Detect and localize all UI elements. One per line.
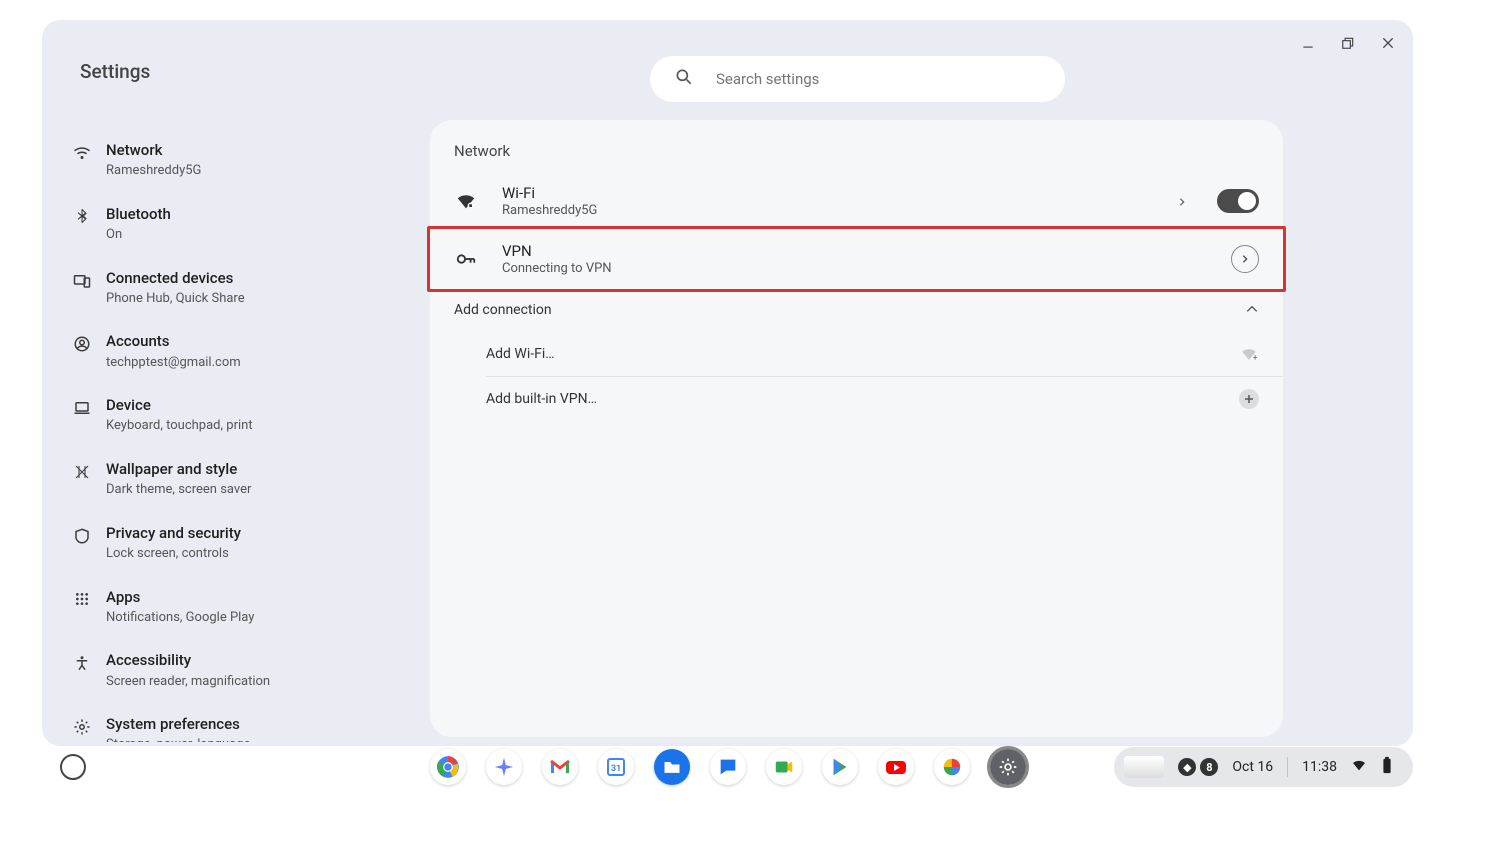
minimize-button[interactable] [1297,32,1319,54]
sidebar-item-privacy[interactable]: Privacy and security Lock screen, control… [66,511,426,575]
vpn-row[interactable]: VPN Connecting to VPN [430,230,1283,288]
sidebar-item-label: Bluetooth [106,204,171,224]
gmail-icon[interactable] [542,749,578,785]
svg-text:31: 31 [610,764,620,774]
sidebar-item-desc: Notifications, Google Play [106,609,254,627]
sidebar-item-label: Connected devices [106,268,245,288]
sidebar-item-desc: Lock screen, controls [106,545,241,563]
sidebar-item-label: Network [106,140,201,160]
sidebar-item-apps[interactable]: Apps Notifications, Google Play [66,575,426,639]
tray-wifi-icon [1351,757,1367,777]
maximize-button[interactable] [1337,32,1359,54]
sidebar-item-desc: On [106,226,171,244]
wifi-icon [454,190,478,212]
tray-time: 11:38 [1302,759,1337,775]
chrome-icon[interactable] [430,749,466,785]
vpn-details-button[interactable] [1231,245,1259,273]
files-icon[interactable] [654,749,690,785]
sidebar-item-wallpaper[interactable]: Wallpaper and style Dark theme, screen sa… [66,447,426,511]
sidebar-item-label: System preferences [106,714,250,734]
palette-icon [72,463,92,481]
calendar-icon[interactable]: 31 [598,749,634,785]
youtube-icon[interactable] [878,749,914,785]
messages-icon[interactable] [710,749,746,785]
sidebar-item-accounts[interactable]: Accounts techpptest@gmail.com [66,319,426,383]
sidebar-item-label: Apps [106,587,254,607]
system-tray[interactable]: ◆ 8 Oct 16 11:38 [1114,747,1413,787]
sidebar-item-desc: Rameshreddy5G [106,162,201,180]
page-title: Settings [80,60,150,83]
add-wifi-row[interactable]: Add Wi-Fi… + [430,332,1283,376]
settings-window: Settings Network Rameshreddy5G Bluetooth O… [42,20,1413,746]
notification-count: 8 [1200,758,1218,776]
shield-icon [72,527,92,545]
sidebar-item-desc: Dark theme, screen saver [106,481,251,499]
search-icon [674,67,694,91]
sidebar-item-connected-devices[interactable]: Connected devices Phone Hub, Quick Share [66,256,426,320]
wifi-icon [72,144,92,162]
sidebar: Network Rameshreddy5G Bluetooth On Connect… [66,128,426,742]
vpn-key-icon [454,248,478,270]
add-connection-label: Add connection [454,302,1245,318]
tray-divider [1287,757,1288,777]
sidebar-item-desc: techpptest@gmail.com [106,354,241,372]
vpn-desc: Connecting to VPN [502,261,1231,276]
search-input[interactable] [716,70,1041,88]
sidebar-item-label: Wallpaper and style [106,459,251,479]
gemini-icon[interactable] [486,749,522,785]
notification-badge[interactable]: ◆ 8 [1178,758,1218,776]
sidebar-item-accessibility[interactable]: Accessibility Screen reader, magnificatio… [66,638,426,702]
shelf: 31 ◆ 8 Oct 16 11:38 [42,741,1413,793]
photos-icon[interactable] [934,749,970,785]
network-panel: Network Wi-Fi Rameshreddy5G VPN Connecti… [430,120,1283,737]
notification-dnd-icon: ◆ [1178,758,1196,776]
bluetooth-icon [72,208,92,224]
shelf-apps: 31 [430,749,1026,785]
search-bar[interactable] [650,56,1065,102]
sidebar-item-bluetooth[interactable]: Bluetooth On [66,192,426,256]
sidebar-item-desc: Phone Hub, Quick Share [106,290,245,308]
add-connection-expander[interactable]: Add connection [430,288,1283,332]
play-store-icon[interactable] [822,749,858,785]
sidebar-item-desc: Keyboard, touchpad, print [106,417,253,435]
laptop-icon [72,399,92,417]
accessibility-icon [72,654,92,672]
add-wifi-label: Add Wi-Fi… [486,346,1239,362]
sidebar-item-label: Accounts [106,331,241,351]
sidebar-item-network[interactable]: Network Rameshreddy5G [66,128,426,192]
wifi-row[interactable]: Wi-Fi Rameshreddy5G [430,172,1283,230]
panel-title: Network [430,142,1283,172]
gear-icon [72,718,92,736]
account-icon [72,335,92,353]
devices-icon [72,272,92,290]
wifi-add-icon: + [1239,344,1259,364]
add-vpn-label: Add built-in VPN… [486,391,1239,407]
apps-grid-icon [72,591,92,607]
wifi-desc: Rameshreddy5G [502,203,1177,218]
sidebar-item-label: Device [106,395,253,415]
ime-indicator[interactable] [1124,756,1164,778]
tray-battery-icon [1381,756,1393,778]
close-button[interactable] [1377,32,1399,54]
tray-date: Oct 16 [1232,759,1273,775]
wifi-label: Wi-Fi [502,184,1177,202]
chevron-up-icon [1245,301,1259,320]
sidebar-item-device[interactable]: Device Keyboard, touchpad, print [66,383,426,447]
window-controls [1297,32,1399,54]
wifi-toggle[interactable] [1217,189,1259,213]
add-vpn-row[interactable]: Add built-in VPN… [430,377,1283,421]
launcher-button[interactable] [60,754,86,780]
sidebar-item-system[interactable]: System preferencesStorage, power, langua… [66,702,426,742]
settings-icon[interactable] [990,749,1026,785]
sidebar-item-label: Privacy and security [106,523,241,543]
svg-text:+: + [1253,353,1258,363]
sidebar-item-desc: Screen reader, magnification [106,673,270,691]
meet-icon[interactable] [766,749,802,785]
plus-icon [1239,389,1259,409]
chevron-right-icon[interactable] [1177,192,1187,211]
vpn-label: VPN [502,242,1231,260]
sidebar-item-label: Accessibility [106,650,270,670]
